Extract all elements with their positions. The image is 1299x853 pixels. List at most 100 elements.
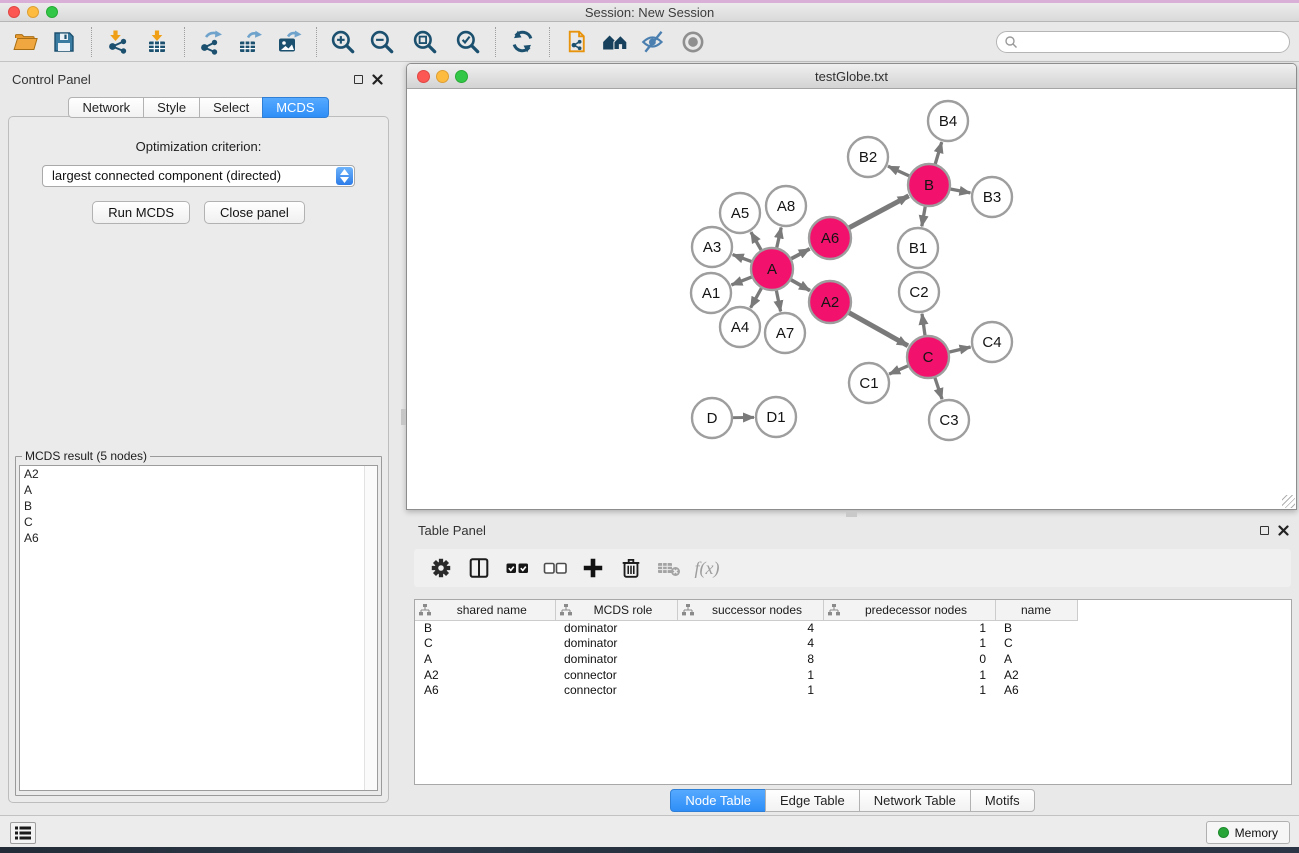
graph-node-B[interactable]: B [908,164,950,206]
graph-node-A6[interactable]: A6 [809,217,851,259]
graph-node-C4[interactable]: C4 [972,322,1012,362]
graph-node-A7[interactable]: A7 [765,313,805,353]
column-header-successor-nodes[interactable]: successor nodes [677,600,823,620]
table-row[interactable]: A6connector11A6 [415,683,1077,699]
tab-edge-table[interactable]: Edge Table [765,789,860,812]
graph-edge-A-A8[interactable] [777,227,782,248]
graph-node-C2[interactable]: C2 [899,272,939,312]
create-column-button[interactable] [580,555,606,581]
list-item[interactable]: A6 [20,530,377,546]
graph-node-B1[interactable]: B1 [898,228,938,268]
zoom-selected-button[interactable] [451,25,485,59]
import-network-button[interactable] [101,25,135,59]
graph-node-A2[interactable]: A2 [809,281,851,323]
graph-node-B4[interactable]: B4 [928,101,968,141]
tab-node-table[interactable]: Node Table [670,789,766,812]
import-table-button[interactable] [140,25,174,59]
tab-network[interactable]: Network [68,97,144,118]
table-row[interactable]: A2connector11A2 [415,668,1077,684]
graph-edge-C-C3[interactable] [935,377,942,399]
table-row[interactable]: Adominator80A [415,652,1077,668]
node-table[interactable]: shared nameMCDS rolesuccessor nodesprede… [414,599,1292,785]
tab-style[interactable]: Style [143,97,200,118]
graph-node-D1[interactable]: D1 [756,397,796,437]
graph-node-A1[interactable]: A1 [691,273,731,313]
graph-node-A5[interactable]: A5 [720,193,760,233]
tab-mcds[interactable]: MCDS [262,97,328,118]
zoom-fit-button[interactable] [408,25,442,59]
save-session-button[interactable] [47,25,81,59]
graph-edge-A-A4[interactable] [751,287,762,307]
show-columns-button[interactable] [466,555,492,581]
graph-edge-A-A3[interactable] [733,255,753,262]
zoom-out-button[interactable] [365,25,399,59]
optimization-criterion-dropdown[interactable]: largest connected component (directed) [42,165,355,187]
memory-button[interactable]: Memory [1206,821,1290,844]
list-item[interactable]: B [20,498,377,514]
hide-selected-button[interactable] [637,25,671,59]
scrollbar-track[interactable] [364,466,377,790]
select-all-columns-button[interactable] [504,555,530,581]
tab-select[interactable]: Select [199,97,263,118]
export-table-button[interactable] [233,25,267,59]
graph-edge-A-A2[interactable] [790,279,810,290]
tab-network-table[interactable]: Network Table [859,789,971,812]
float-panel-icon[interactable] [354,75,363,84]
graph-node-C[interactable]: C [907,336,949,378]
graph-node-D[interactable]: D [692,398,732,438]
float-panel-icon[interactable] [1260,526,1269,535]
scrollbar-thumb[interactable] [401,409,406,425]
graph-edge-A2-C[interactable] [848,312,908,345]
deselect-all-columns-button[interactable] [542,555,568,581]
graph-edge-A-A5[interactable] [751,232,762,251]
close-panel-icon[interactable] [1278,525,1289,536]
graph-node-A3[interactable]: A3 [692,227,732,267]
network-graph[interactable]: B4 B2 B B3 A5A8A6 A3 B1 A A1 C2 A2 A4A7 C4 C C1 D D1 C3 [407,89,1296,509]
close-panel-icon[interactable] [372,74,383,85]
graph-node-C3[interactable]: C3 [929,400,969,440]
network-window-titlebar[interactable]: testGlobe.txt [407,64,1296,89]
list-item[interactable]: C [20,514,377,530]
graph-node-B2[interactable]: B2 [848,137,888,177]
graph-node-A[interactable]: A [751,248,793,290]
graph-node-B3[interactable]: B3 [972,177,1012,217]
close-panel-button[interactable]: Close panel [204,201,305,224]
column-header-shared-name[interactable]: shared name [415,600,555,620]
column-header-name[interactable]: name [995,600,1077,620]
first-neighbors-button[interactable] [598,25,632,59]
graph-node-C1[interactable]: C1 [849,363,889,403]
show-panel-list-button[interactable] [10,822,36,844]
graph-edge-C-C2[interactable] [922,314,925,336]
graph-node-A8[interactable]: A8 [766,186,806,226]
graph-edge-B-B2[interactable] [888,166,910,176]
function-builder-button[interactable]: f(x) [694,555,720,581]
delete-column-button[interactable] [618,555,644,581]
table-settings-button[interactable] [428,555,454,581]
graph-edge-A-A6[interactable] [791,249,810,259]
graph-edge-A-A1[interactable] [731,277,752,285]
zoom-in-button[interactable] [326,25,360,59]
export-network-button[interactable] [194,25,228,59]
table-row[interactable]: Bdominator41B [415,620,1077,636]
graph-edge-A-A7[interactable] [776,290,780,312]
graph-edge-C-C4[interactable] [948,347,970,352]
export-image-button[interactable] [272,25,306,59]
list-item[interactable]: A [20,482,377,498]
open-session-button[interactable] [8,25,42,59]
graph-edge-A6-B[interactable] [849,196,909,228]
graph-edge-C-C1[interactable] [889,365,909,374]
new-network-from-selection-button[interactable] [559,25,593,59]
search-input[interactable] [1018,35,1268,49]
search-field[interactable] [996,31,1290,53]
graph-node-A4[interactable]: A4 [720,307,760,347]
delete-table-button[interactable] [656,555,682,581]
graph-edge-B-B4[interactable] [935,142,942,165]
column-header-predecessor-nodes[interactable]: predecessor nodes [823,600,995,620]
resize-grip[interactable] [1282,495,1295,508]
tab-motifs[interactable]: Motifs [970,789,1035,812]
graph-edge-B-B3[interactable] [950,189,971,193]
table-row[interactable]: Cdominator41C [415,636,1077,652]
list-item[interactable]: A2 [20,466,377,482]
graph-edge-B-B1[interactable] [922,206,926,227]
network-canvas[interactable]: B4 B2 B B3 A5A8A6 A3 B1 A A1 C2 A2 A4A7 C4 C C1 D D1 C3 [407,89,1296,509]
